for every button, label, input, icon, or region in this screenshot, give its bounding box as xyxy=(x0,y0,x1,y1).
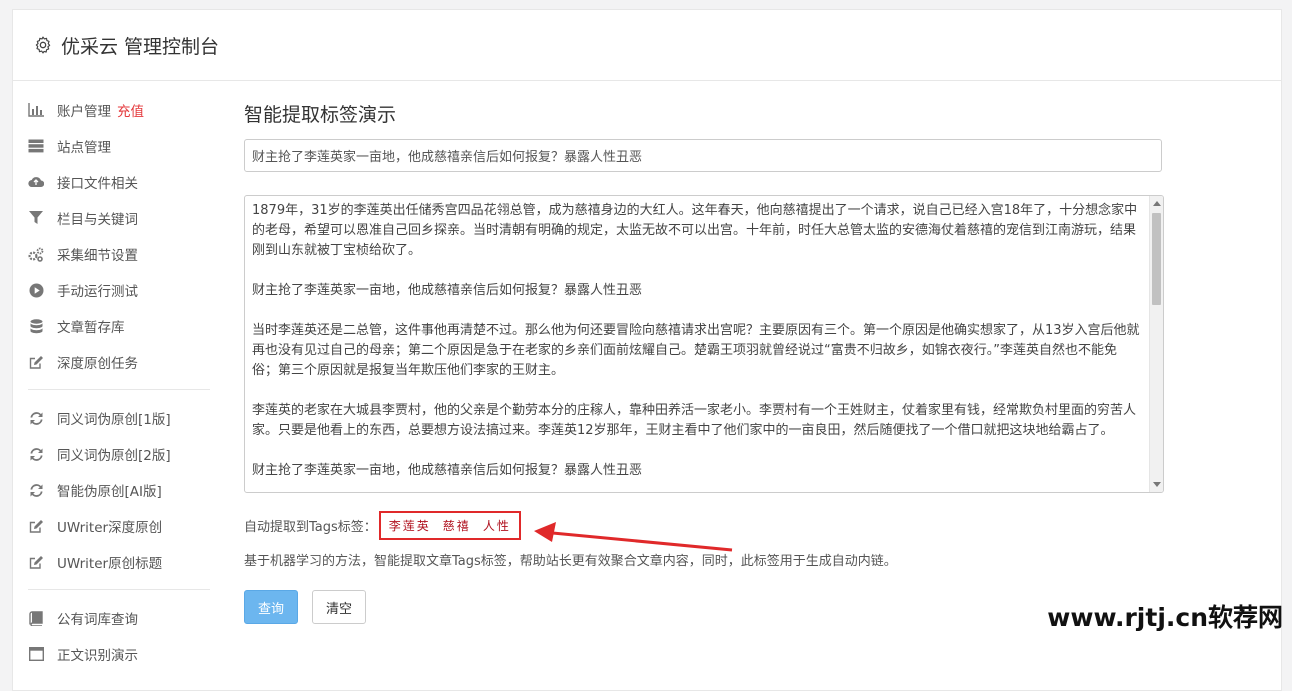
sidebar-item-label: 公有词库查询 xyxy=(57,612,138,628)
sidebar-item-label: 接口文件相关 xyxy=(57,176,138,192)
window-icon xyxy=(28,646,44,662)
sidebar-divider xyxy=(28,389,210,390)
play-circle-icon xyxy=(28,282,44,298)
sidebar-item-synonym-v2[interactable]: 同义词伪原创[2版] xyxy=(28,436,210,472)
tags-row: 自动提取到Tags标签： 李莲英 慈禧 人性 xyxy=(244,511,521,540)
sidebar-item-ai-rewrite[interactable]: 智能伪原创[AI版] xyxy=(28,472,210,508)
refresh-icon xyxy=(28,410,44,426)
book-icon xyxy=(28,610,44,626)
sidebar-divider xyxy=(28,589,210,590)
edit-icon xyxy=(28,518,44,534)
sidebar-item-label: 账户管理 xyxy=(57,104,111,120)
content-paragraph: 财主抢了李莲英家一亩地，他成慈禧亲信后如何报复？暴露人性丑恶 xyxy=(252,283,643,298)
sidebar-item-label: 站点管理 xyxy=(57,140,111,156)
edit-icon xyxy=(28,554,44,570)
gear-icon xyxy=(35,36,51,54)
filter-icon xyxy=(28,210,44,226)
sidebar-item-account[interactable]: 账户管理 充值 xyxy=(28,92,210,128)
article-content-textarea[interactable]: 1879年，31岁的李莲英出任储秀宫四品花翎总管，成为慈禧身边的大红人。这年春天… xyxy=(244,195,1164,493)
sidebar-item-columns-keywords[interactable]: 栏目与关键词 xyxy=(28,200,210,236)
query-button[interactable]: 查询 xyxy=(244,590,298,624)
sidebar-item-text-recognition[interactable]: 正文识别演示 xyxy=(28,636,210,672)
sidebar-item-interface-files[interactable]: 接口文件相关 xyxy=(28,164,210,200)
sidebar-item-article-storage[interactable]: 文章暂存库 xyxy=(28,308,210,344)
edit-icon xyxy=(28,354,44,370)
site-watermark: www.rjtj.cn软荐网 xyxy=(1047,603,1283,632)
article-content-text[interactable]: 1879年，31岁的李莲英出任储秀宫四品花翎总管，成为慈禧身边的大红人。这年春天… xyxy=(245,196,1149,492)
content-paragraph: 财主抢了李莲英家一亩地，他成慈禧亲信后如何报复？暴露人性丑恶 xyxy=(252,463,643,478)
sidebar-item-label: 深度原创任务 xyxy=(57,356,138,372)
sidebar-item-public-lexicon[interactable]: 公有词库查询 xyxy=(28,600,210,636)
sidebar: 账户管理 充值 站点管理 接口文件相关 栏目与关键词 采集细节设置 手动运行测试… xyxy=(28,92,210,672)
clear-button[interactable]: 清空 xyxy=(312,590,366,624)
tags-label: 自动提取到Tags标签： xyxy=(244,520,377,535)
sidebar-item-label: 手动运行测试 xyxy=(57,284,138,300)
tag-item[interactable]: 人性 xyxy=(483,517,511,534)
article-title-input[interactable] xyxy=(244,139,1162,172)
page-title: 优采云 管理控制台 xyxy=(61,35,220,58)
tags-highlight-box: 李莲英 慈禧 人性 xyxy=(378,511,521,540)
scrollbar-thumb[interactable] xyxy=(1152,213,1161,305)
sidebar-item-label: 智能伪原创[AI版] xyxy=(57,484,162,500)
database-icon xyxy=(28,318,44,334)
sidebar-item-label: UWriter原创标题 xyxy=(57,556,163,572)
content-paragraph: 1879年，31岁的李莲英出任储秀宫四品花翎总管，成为慈禧身边的大红人。这年春天… xyxy=(252,203,1138,258)
sidebar-item-deep-original[interactable]: 深度原创任务 xyxy=(28,344,210,380)
sidebar-item-manual-run[interactable]: 手动运行测试 xyxy=(28,272,210,308)
sidebar-item-uwriter-deep[interactable]: UWriter深度原创 xyxy=(28,508,210,544)
sidebar-item-uwriter-title[interactable]: UWriter原创标题 xyxy=(28,544,210,580)
content-paragraph: 当时李莲英还是二总管，这件事他再清楚不过。那么他为何还要冒险向慈禧请求出宫呢？主… xyxy=(252,323,1140,378)
sidebar-item-sites[interactable]: 站点管理 xyxy=(28,128,210,164)
sidebar-item-label: 文章暂存库 xyxy=(57,320,125,336)
content-paragraph: 李莲英的老家在大城县李贾村，他的父亲是个勤劳本分的庄稼人，靠种田养活一家老小。李… xyxy=(252,403,1137,438)
tag-item[interactable]: 慈禧 xyxy=(443,517,471,534)
cloud-upload-icon xyxy=(28,174,44,190)
server-icon xyxy=(28,138,44,154)
scroll-up-arrow-icon[interactable] xyxy=(1153,201,1161,206)
content-scrollbar[interactable] xyxy=(1149,196,1163,492)
refresh-icon xyxy=(28,446,44,462)
bar-chart-icon xyxy=(28,102,44,118)
sidebar-item-label: 正文识别演示 xyxy=(57,648,138,664)
header: 优采云 管理控制台 xyxy=(13,10,1281,81)
sidebar-item-label: 同义词伪原创[2版] xyxy=(57,448,171,464)
sidebar-item-label: 同义词伪原创[1版] xyxy=(57,412,171,428)
sidebar-item-label: 栏目与关键词 xyxy=(57,212,138,228)
sidebar-item-synonym-v1[interactable]: 同义词伪原创[1版] xyxy=(28,400,210,436)
tag-item[interactable]: 李莲英 xyxy=(389,517,431,534)
sidebar-item-label: 采集细节设置 xyxy=(57,248,138,264)
section-heading: 智能提取标签演示 xyxy=(244,104,397,126)
sidebar-item-collect-settings[interactable]: 采集细节设置 xyxy=(28,236,210,272)
refresh-icon xyxy=(28,482,44,498)
sidebar-item-label: UWriter深度原创 xyxy=(57,520,163,536)
feature-description: 基于机器学习的方法，智能提取文章Tags标签，帮助站长更有效聚合文章内容，同时，… xyxy=(244,554,897,569)
gears-icon xyxy=(28,246,44,262)
scroll-down-arrow-icon[interactable] xyxy=(1153,482,1161,487)
main-content: 智能提取标签演示 1879年，31岁的李莲英出任储秀宫四品花翎总管，成为慈禧身边… xyxy=(244,92,1164,624)
recharge-badge[interactable]: 充值 xyxy=(117,100,144,120)
